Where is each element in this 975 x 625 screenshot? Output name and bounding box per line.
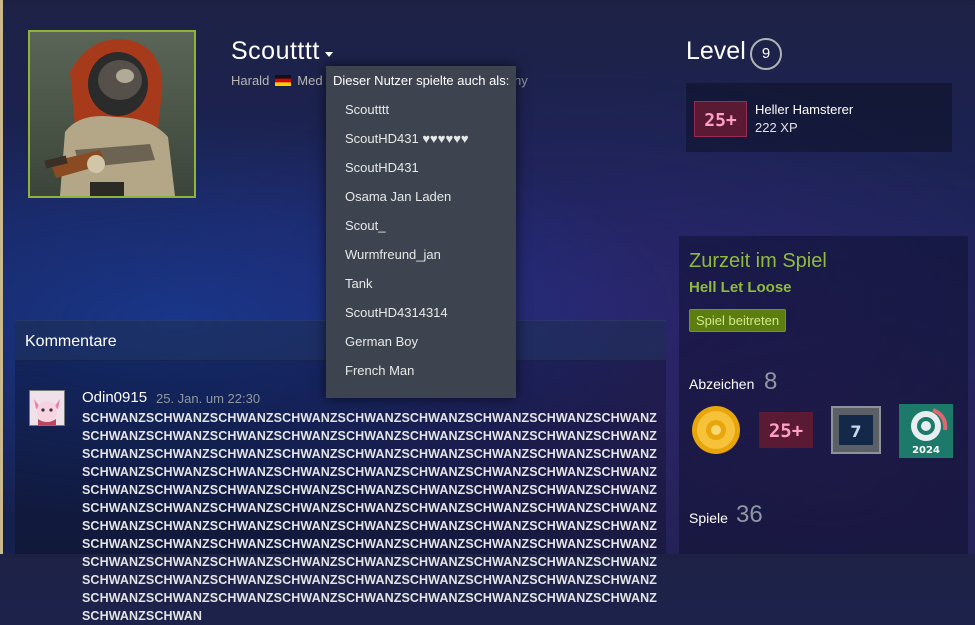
chevron-down-icon[interactable] bbox=[325, 52, 333, 57]
alias-item: German Boy bbox=[345, 334, 418, 349]
location-text: Med bbox=[297, 73, 323, 88]
comment-text: SCHWANZSCHWANZSCHWANZSCHWANZSCHWANZSCHWA… bbox=[82, 411, 658, 623]
profile-right-column: Zurzeit im Spiel Hell Let Loose Spiel be… bbox=[679, 236, 968, 554]
alias-history-dropdown: Dieser Nutzer spielte auch als: Scoutttt… bbox=[326, 66, 516, 398]
hazmat-soldier-avatar-image bbox=[30, 32, 194, 196]
comment-author-name[interactable]: Odin0915 bbox=[82, 389, 147, 406]
ingame-game-name[interactable]: Hell Let Loose bbox=[689, 279, 792, 296]
alias-item: ScoutHD431 ♥♥♥♥♥♥ bbox=[345, 131, 469, 146]
badge-text: 2024 bbox=[912, 445, 940, 456]
real-name-row: Harald Med bbox=[231, 73, 323, 88]
games-label[interactable]: Spiele bbox=[689, 510, 728, 526]
badges-label[interactable]: Abzeichen bbox=[689, 376, 754, 392]
left-edge-strip bbox=[0, 0, 3, 554]
years-of-service-badge-icon[interactable]: 7 bbox=[829, 404, 883, 456]
25-plus-badge-icon: 25+ bbox=[694, 101, 747, 137]
ingame-status-title: Zurzeit im Spiel bbox=[689, 250, 827, 272]
comment-timestamp: 25. Jan. um 22:30 bbox=[156, 391, 261, 406]
real-name: Harald bbox=[231, 73, 270, 88]
xp-amount: 222 XP bbox=[755, 120, 798, 135]
badge-text: 7 bbox=[850, 422, 861, 441]
alias-item: ScoutHD4314314 bbox=[345, 305, 448, 320]
alias-item: Scoutttt bbox=[345, 102, 390, 117]
badge-text: 25+ bbox=[769, 420, 803, 442]
location-text-tail: ny bbox=[514, 73, 528, 88]
alias-item: ScoutHD431 bbox=[345, 160, 419, 175]
xp-badge-text: 25+ bbox=[704, 110, 737, 131]
level-label: Level bbox=[686, 37, 746, 65]
alias-history-title: Dieser Nutzer spielte auch als: bbox=[333, 73, 510, 88]
games-count[interactable]: 36 bbox=[736, 501, 763, 529]
join-game-button[interactable]: Spiel beitreten bbox=[689, 309, 787, 332]
25-plus-badge-icon[interactable]: 25+ bbox=[759, 404, 813, 456]
comments-title: Kommentare bbox=[25, 333, 117, 350]
persona-name[interactable]: Scoutttt bbox=[231, 37, 320, 66]
profile-avatar[interactable] bbox=[28, 30, 196, 198]
steam-replay-2024-badge-icon[interactable]: 2024 bbox=[899, 404, 953, 458]
comment-author-avatar[interactable] bbox=[29, 390, 65, 426]
badges-count[interactable]: 8 bbox=[764, 368, 777, 396]
featured-badge-card[interactable]: 25+ Heller Hamsterer 222 XP bbox=[686, 83, 952, 152]
level-badge[interactable]: 9 bbox=[750, 38, 782, 70]
germany-flag-icon bbox=[275, 75, 292, 86]
gold-coin-badge-icon[interactable] bbox=[689, 404, 743, 456]
alias-item: Osama Jan Laden bbox=[345, 189, 452, 204]
xp-badge-title: Heller Hamsterer bbox=[755, 102, 854, 117]
alias-item: Scout_ bbox=[345, 218, 386, 233]
alias-item: Tank bbox=[345, 276, 373, 291]
alias-item: French Man bbox=[345, 363, 415, 378]
alias-item: Wurmfreund_jan bbox=[345, 247, 441, 262]
